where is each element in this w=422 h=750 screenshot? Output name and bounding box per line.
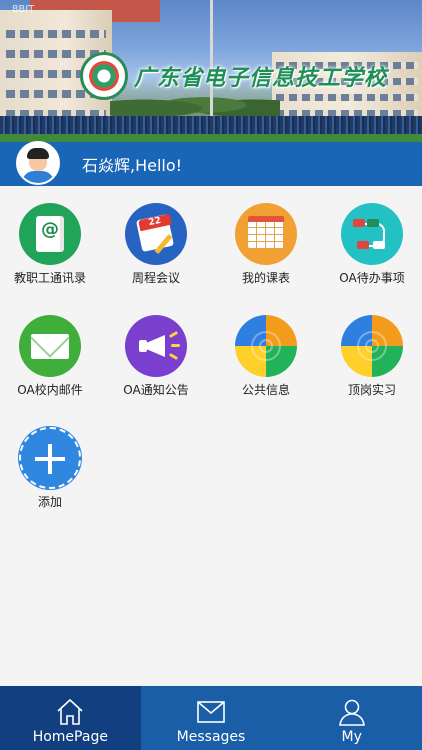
app-label: 教职工通讯录 [13, 271, 86, 285]
workflow-todo-icon [341, 203, 403, 265]
pie-internship-icon [341, 315, 403, 377]
app-label: OA通知公告 [123, 383, 189, 397]
app-label: 我的课表 [241, 271, 290, 285]
app-label: OA校内邮件 [17, 383, 83, 397]
app-label: OA待办事项 [339, 271, 405, 285]
nav-tab-home[interactable]: HomePage [0, 686, 141, 750]
nav-label-home: HomePage [32, 729, 108, 745]
app-tile-contacts[interactable]: @ 教职工通讯录 [0, 186, 100, 286]
user-bar: 石焱辉,Hello! [0, 141, 422, 186]
crowd [0, 116, 422, 134]
user-greeting: 石焱辉,Hello! [82, 156, 183, 175]
bottom-nav: HomePage Messages My [0, 686, 422, 750]
app-tile-mail[interactable]: OA校内邮件 [0, 298, 100, 398]
app-label: 顶岗实习 [347, 383, 396, 397]
timetable-icon [235, 203, 297, 265]
app-label: 周程会议 [131, 271, 180, 285]
school-logo-icon [80, 52, 128, 100]
status-carrier: 8BIT [12, 4, 35, 15]
mail-envelope-icon [19, 315, 81, 377]
ground [0, 134, 422, 142]
nav-tab-messages[interactable]: Messages [141, 686, 282, 750]
app-tile-meeting[interactable]: 22 周程会议 [106, 186, 206, 286]
app-grid: @ 教职工通讯录 22 周程会议 我的课表 OA待办事项 OA校内邮件 OA通知… [0, 186, 422, 686]
app-tile-notice[interactable]: OA通知公告 [106, 298, 206, 398]
envelope-icon [197, 701, 225, 723]
contacts-book-icon: @ [19, 203, 81, 265]
avatar[interactable] [16, 141, 60, 185]
nav-label-messages: Messages [176, 729, 246, 745]
app-tile-timetable[interactable]: 我的课表 [216, 186, 316, 286]
app-label: 添加 [37, 495, 62, 509]
app-tile-public-info[interactable]: 公共信息 [216, 298, 316, 398]
pie-info-icon [235, 315, 297, 377]
app-tile-todo[interactable]: OA待办事项 [322, 186, 422, 286]
megaphone-icon [125, 315, 187, 377]
app-tile-add[interactable]: 添加 [0, 410, 100, 510]
home-icon [57, 698, 83, 725]
school-banner: 8BIT 广东省电子信息技工学校 [0, 0, 422, 142]
school-name: 广东省电子信息技工学校 [134, 65, 388, 91]
app-label: 公共信息 [241, 383, 290, 397]
app-tile-internship[interactable]: 顶岗实习 [322, 298, 422, 398]
nav-tab-my[interactable]: My [281, 686, 422, 750]
person-icon [338, 699, 365, 726]
plus-icon [19, 427, 81, 489]
nav-label-my: My [341, 729, 362, 745]
calendar-meeting-icon: 22 [125, 203, 187, 265]
